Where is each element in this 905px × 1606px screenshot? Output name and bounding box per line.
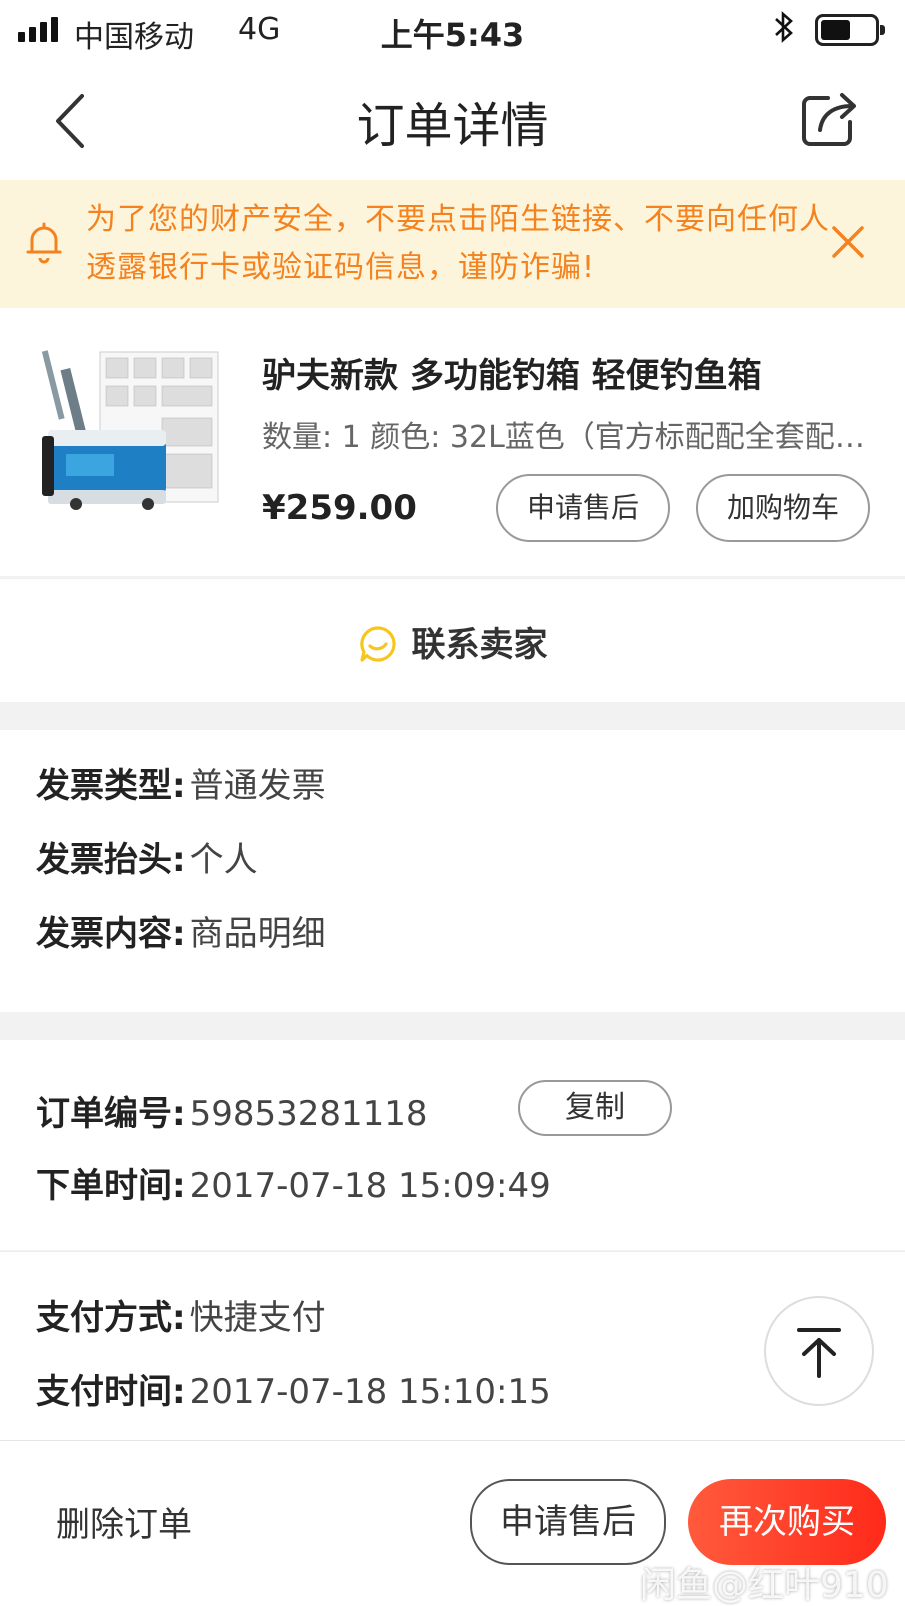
watermark: 闲鱼@红叶910: [640, 1565, 889, 1606]
product-name[interactable]: 驴夫新款 多功能钓箱 轻便钓鱼箱: [262, 348, 882, 397]
share-button[interactable]: [798, 86, 862, 150]
invoice-title-value: 个人: [189, 840, 258, 880]
payment-method-value: 快捷支付: [189, 1298, 326, 1338]
order-number-label: 订单编号:: [36, 1094, 186, 1134]
chat-bubble-icon: [359, 626, 396, 662]
clock: 上午5:43: [380, 16, 525, 54]
bottom-apply-after-sale-button[interactable]: 申请售后: [470, 1479, 666, 1565]
order-time-label: 下单时间:: [36, 1166, 186, 1206]
invoice-title-label: 发票抬头:: [36, 840, 186, 880]
order-number-row: 订单编号: 59853281118: [36, 1086, 428, 1135]
close-icon: [832, 226, 864, 258]
invoice-type-label: 发票类型:: [36, 766, 186, 806]
notice-text: 为了您的财产安全，不要点击陌生链接、不要向任何人透露银行卡或验证码信息，谨防诈骗…: [86, 202, 830, 285]
page-title: 订单详情: [356, 98, 549, 154]
payment-time-row: 支付时间: 2017-07-18 15:10:15: [36, 1364, 551, 1413]
invoice-title-row: 发票抬头: 个人: [36, 832, 258, 881]
invoice-type-row: 发票类型: 普通发票: [36, 758, 326, 807]
product-card: 驴夫新款 多功能钓箱 轻便钓鱼箱 数量: 1 颜色: 32L蓝色（官方标配配全套…: [0, 308, 905, 576]
order-time-row: 下单时间: 2017-07-18 15:09:49: [36, 1158, 551, 1207]
buy-again-button[interactable]: 再次购买: [688, 1479, 886, 1565]
order-number-value: 59853281118: [189, 1094, 428, 1134]
contact-seller-row[interactable]: 联系卖家: [0, 578, 905, 702]
invoice-type-value: 普通发票: [189, 766, 326, 806]
invoice-section: 发票类型: 普通发票 发票抬头: 个人 发票内容: 商品明细: [0, 730, 905, 1012]
payment-time-label: 支付时间:: [36, 1372, 186, 1412]
product-spec: 数量: 1 颜色: 32L蓝色（官方标配配全套配件）: [262, 420, 882, 455]
order-info-section: 订单编号: 59853281118 复制 下单时间: 2017-07-18 15:0…: [0, 1040, 905, 1250]
battery-icon: [815, 14, 885, 46]
payment-method-row: 支付方式: 快捷支付: [36, 1290, 326, 1339]
payment-method-label: 支付方式:: [36, 1298, 186, 1338]
arrow-up-icon: [797, 1328, 841, 1378]
status-bar: 中国移动 4G 上午5:43: [0, 0, 905, 60]
apply-after-sale-button[interactable]: 申请售后: [496, 474, 670, 542]
back-to-top-button[interactable]: [764, 1296, 874, 1406]
contact-seller-label: 联系卖家: [411, 625, 548, 665]
share-icon: [802, 93, 856, 146]
product-image[interactable]: [36, 344, 226, 534]
copy-order-number-button[interactable]: 复制: [518, 1080, 672, 1136]
bluetooth-icon: [773, 10, 795, 52]
invoice-content-label: 发票内容:: [36, 914, 186, 954]
payment-time-value: 2017-07-18 15:10:15: [189, 1372, 551, 1412]
invoice-content-row: 发票内容: 商品明细: [36, 906, 326, 955]
bell-icon: [26, 222, 62, 264]
notice-close-button[interactable]: [828, 222, 868, 262]
product-price: ¥259.00: [262, 488, 417, 528]
order-time-value: 2017-07-18 15:09:49: [189, 1166, 551, 1206]
delete-order-button[interactable]: 删除订单: [56, 1497, 192, 1546]
safety-notice: 为了您的财产安全，不要点击陌生链接、不要向任何人透露银行卡或验证码信息，谨防诈骗…: [0, 180, 905, 308]
invoice-content-value: 商品明细: [189, 914, 326, 954]
nav-bar: 订单详情: [0, 60, 905, 180]
add-to-cart-button[interactable]: 加购物车: [696, 474, 870, 542]
